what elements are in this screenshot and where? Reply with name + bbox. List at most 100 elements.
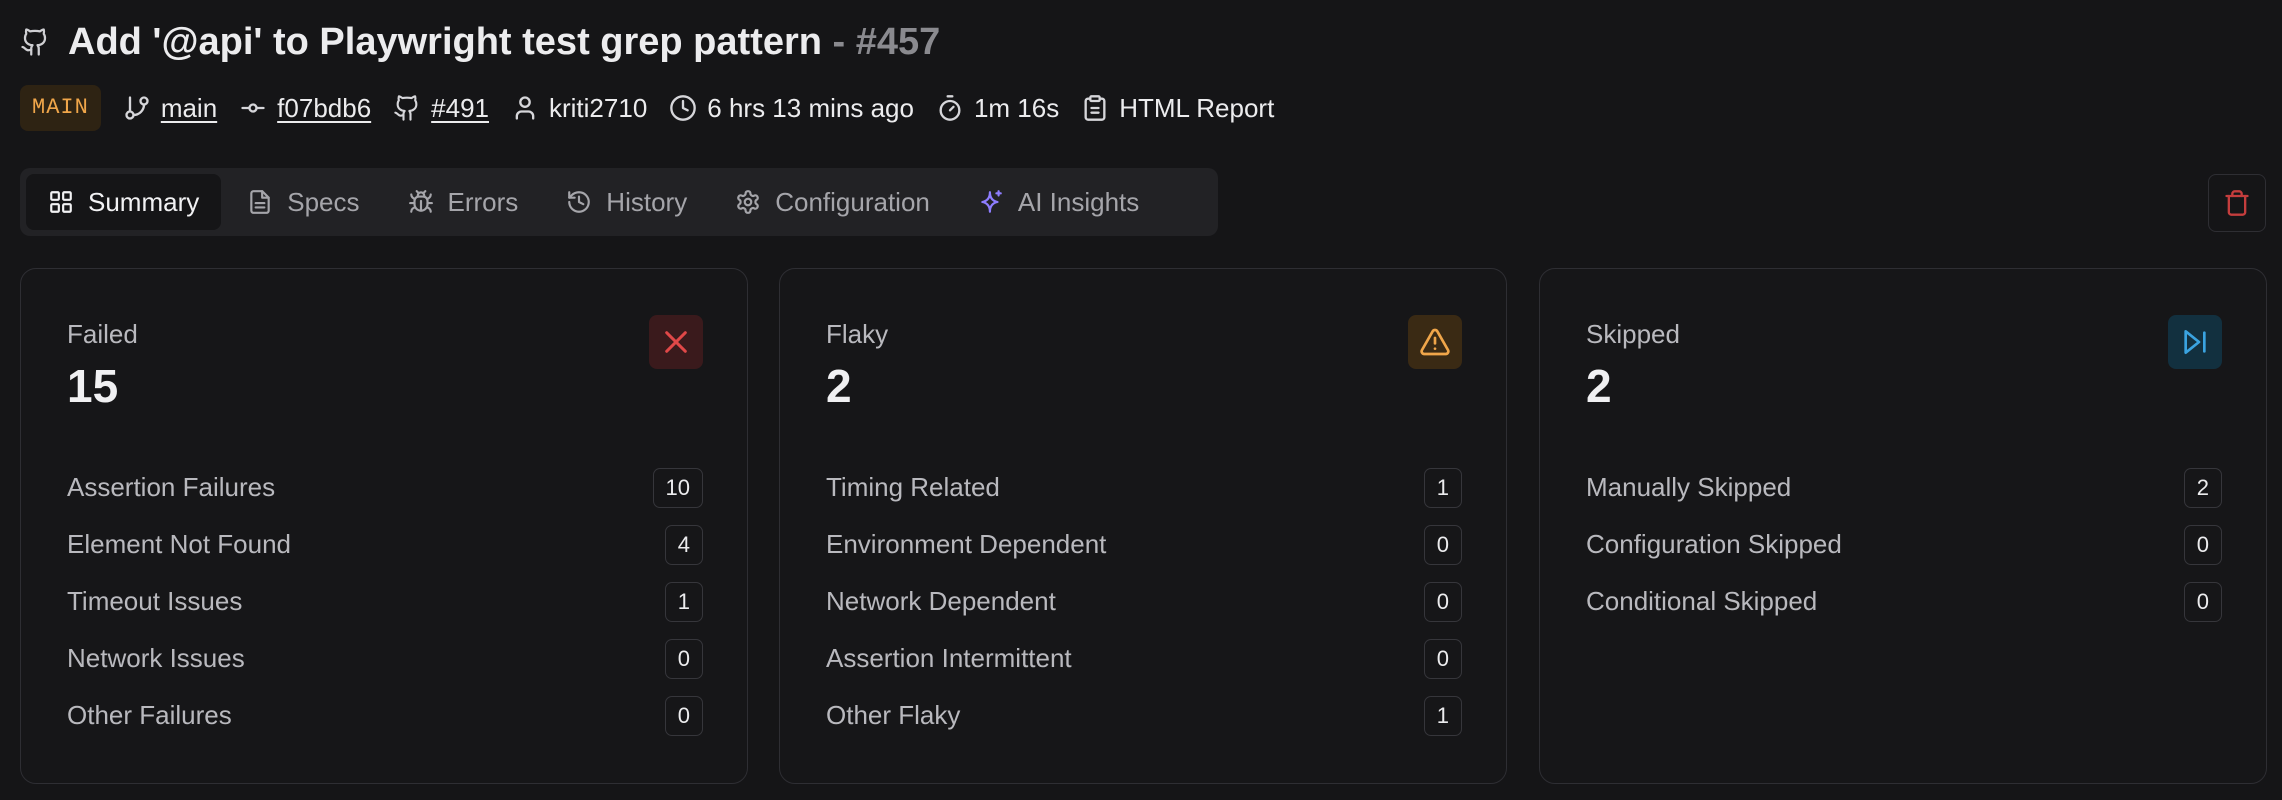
gear-icon: [735, 189, 761, 215]
flaky-card: Flaky 2 Timing Related 1 Environment Depe…: [779, 268, 1507, 784]
run-duration: 1m 16s: [936, 93, 1059, 124]
run-title: Add '@api' to Playwright test grep patte…: [68, 20, 822, 63]
file-icon: [247, 189, 273, 215]
warning-icon: [1419, 326, 1451, 358]
row-label: Manually Skipped: [1586, 472, 1792, 502]
list-item: Timing Related 1: [826, 459, 1462, 516]
github-icon: [20, 27, 50, 57]
grid-icon: [48, 189, 74, 215]
author: kriti2710: [511, 93, 647, 124]
row-label: Timing Related: [826, 472, 1000, 502]
list-item: Assertion Intermittent 0: [826, 630, 1462, 687]
html-report-label[interactable]: HTML Report: [1119, 93, 1274, 124]
count-badge: 1: [1423, 695, 1462, 736]
branch-link[interactable]: main: [123, 93, 217, 124]
count-badge: 4: [664, 524, 703, 565]
clock-icon: [669, 94, 697, 122]
delete-run-button[interactable]: [2208, 174, 2266, 232]
count-badge: 0: [1423, 581, 1462, 622]
tab-summary[interactable]: Summary: [26, 174, 222, 230]
tab-ai-insights[interactable]: AI Insights: [956, 174, 1161, 230]
branch-name[interactable]: main: [161, 93, 217, 124]
commit-sha[interactable]: f07bdb6: [277, 93, 371, 124]
failed-card: Failed 15 Assertion Failures 10 Element N…: [20, 268, 748, 784]
user-icon: [511, 94, 539, 122]
time-ago: 6 hrs 13 mins ago: [707, 92, 914, 123]
git-commit-icon: [239, 94, 267, 122]
list-item: Network Issues 0: [67, 630, 703, 687]
skipped-icon-box: [2168, 315, 2222, 369]
list-item: Network Dependent 0: [826, 573, 1462, 630]
tab-errors[interactable]: Errors: [386, 174, 541, 230]
bug-icon: [408, 189, 434, 215]
x-icon: [660, 326, 692, 358]
list-item: Manually Skipped 2: [1586, 459, 2222, 516]
row-label: Assertion Failures: [67, 472, 276, 502]
card-label: Skipped: [1586, 319, 1680, 349]
tab-specs[interactable]: Specs: [225, 174, 381, 230]
card-count: 15: [67, 360, 119, 412]
flaky-icon-box: [1408, 315, 1462, 369]
count-badge: 2: [2183, 467, 2222, 508]
list-item: Environment Dependent 0: [826, 516, 1462, 573]
github-icon: [393, 94, 421, 122]
page-header: Add '@api' to Playwright test grep patte…: [20, 14, 940, 70]
card-label: Failed: [67, 319, 138, 349]
list-item: Conditional Skipped 0: [1586, 573, 2222, 630]
title-separator: -: [821, 20, 856, 63]
row-label: Other Failures: [67, 700, 232, 730]
timer-icon: [936, 94, 964, 122]
count-badge: 0: [1423, 524, 1462, 565]
count-badge: 0: [2183, 581, 2222, 622]
tab-label: Errors: [447, 186, 519, 217]
count-badge: 10: [652, 467, 703, 508]
skipped-card: Skipped 2 Manually Skipped 2 Configuratio…: [1539, 268, 2267, 784]
sparkle-icon: [978, 189, 1004, 215]
count-badge: 1: [664, 581, 703, 622]
history-icon: [566, 189, 592, 215]
count-badge: 1: [1423, 467, 1462, 508]
row-label: Network Issues: [67, 643, 245, 673]
pr-link[interactable]: #491: [393, 93, 489, 124]
failed-icon-box: [649, 315, 703, 369]
tab-label: History: [606, 186, 688, 217]
duration-value: 1m 16s: [973, 92, 1060, 123]
list-item: Assertion Failures 10: [67, 459, 703, 516]
card-count: 2: [1586, 360, 1612, 412]
tab-history[interactable]: History: [544, 174, 709, 230]
branch-badge: MAIN: [20, 85, 101, 131]
git-branch-icon: [123, 94, 151, 122]
tab-label: AI Insights: [1017, 186, 1140, 217]
count-badge: 0: [2183, 524, 2222, 565]
pr-number[interactable]: #491: [431, 93, 489, 124]
run-number: #457: [855, 20, 941, 63]
row-label: Other Flaky: [826, 700, 961, 730]
run-meta: MAIN main f07bdb6 #491 kriti2710 6 hrs 1…: [20, 84, 1274, 132]
skipped-breakdown: Manually Skipped 2 Configuration Skipped 0…: [1586, 459, 2222, 630]
list-item: Timeout Issues 1: [67, 573, 703, 630]
tab-label: Specs: [287, 186, 360, 217]
count-badge: 0: [664, 695, 703, 736]
card-count: 2: [826, 360, 852, 412]
list-item: Other Failures 0: [67, 687, 703, 744]
row-label: Element Not Found: [67, 529, 292, 559]
row-label: Assertion Intermittent: [826, 643, 1072, 673]
commit-link[interactable]: f07bdb6: [239, 93, 371, 124]
count-badge: 0: [664, 638, 703, 679]
trash-icon: [2223, 189, 2251, 217]
html-report-link[interactable]: HTML Report: [1081, 93, 1274, 124]
row-label: Environment Dependent: [826, 529, 1107, 559]
list-item: Other Flaky 1: [826, 687, 1462, 744]
row-label: Network Dependent: [826, 586, 1056, 616]
count-badge: 0: [1423, 638, 1462, 679]
tab-bar: Summary Specs Errors History Configurati…: [20, 168, 1218, 236]
list-item: Configuration Skipped 0: [1586, 516, 2222, 573]
list-item: Element Not Found 4: [67, 516, 703, 573]
row-label: Timeout Issues: [67, 586, 243, 616]
row-label: Conditional Skipped: [1586, 586, 1818, 616]
author-name: kriti2710: [549, 92, 648, 123]
skip-forward-icon: [2179, 326, 2211, 358]
tab-label: Summary: [88, 186, 200, 217]
tab-configuration[interactable]: Configuration: [713, 174, 952, 230]
page-title: Add '@api' to Playwright test grep patte…: [68, 21, 940, 64]
